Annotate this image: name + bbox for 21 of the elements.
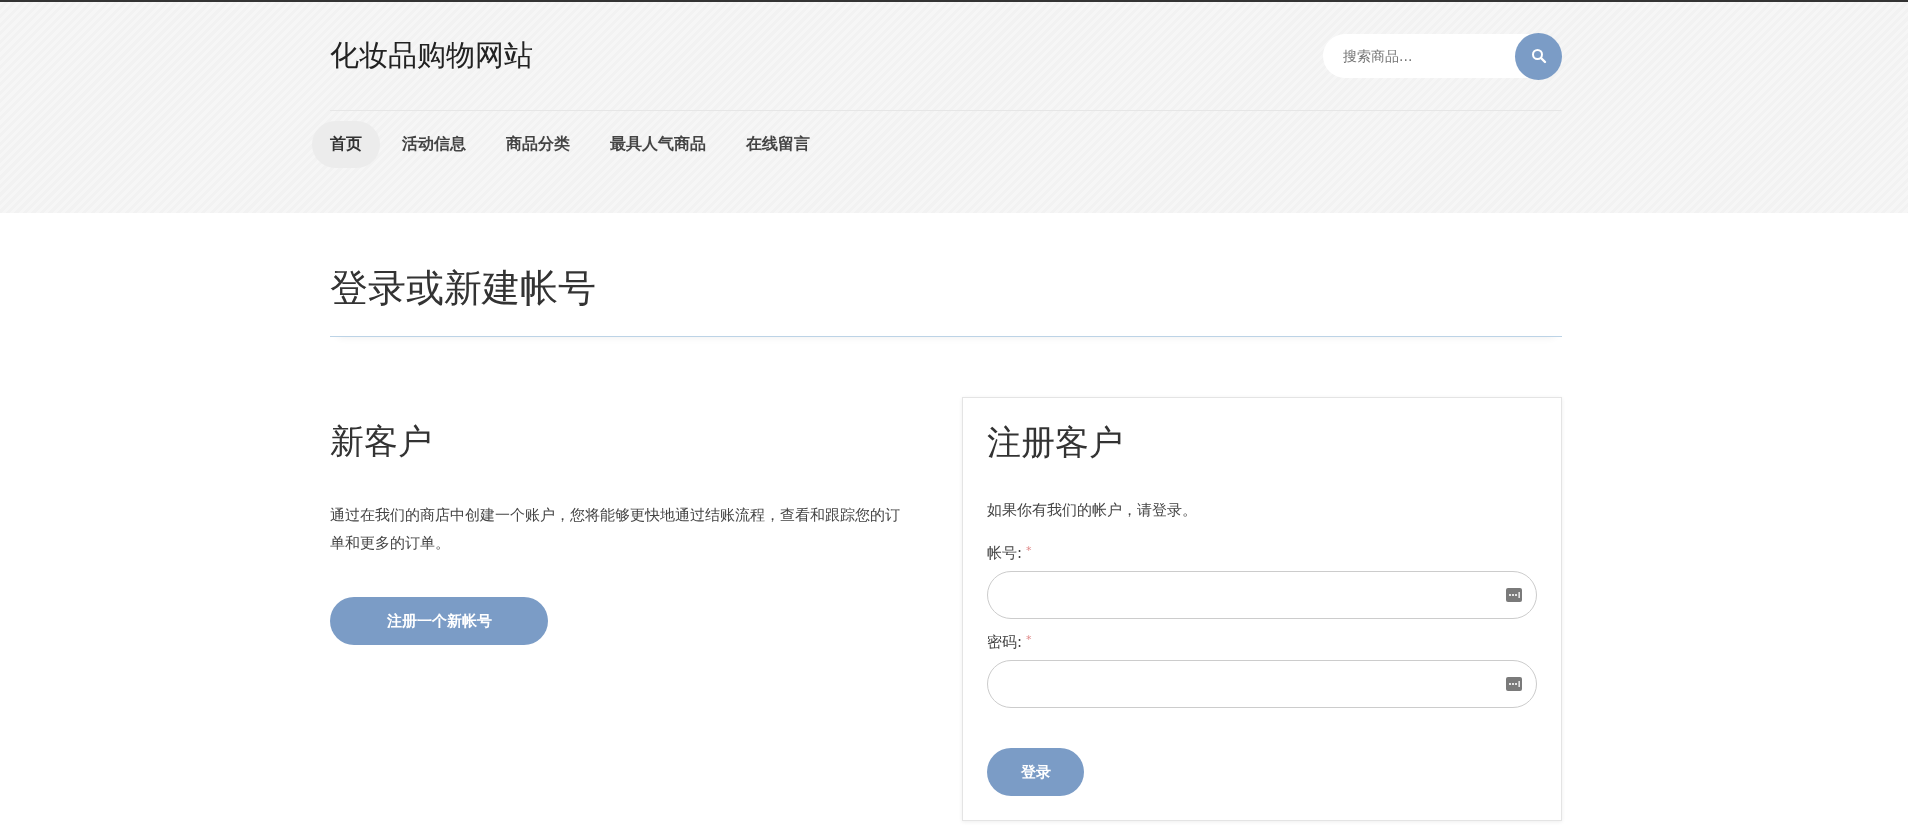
nav-link[interactable]: 首页: [312, 121, 380, 168]
site-title[interactable]: 化妆品购物网站: [330, 36, 533, 76]
search-button[interactable]: [1515, 32, 1562, 80]
page-title: 登录或新建帐号: [330, 263, 1562, 337]
required-mark: *: [1026, 633, 1032, 646]
section-heading: 新客户: [330, 420, 433, 463]
nav-link[interactable]: 活动信息: [384, 121, 484, 168]
login-hint: 如果你有我们的帐户，请登录。: [987, 500, 1198, 521]
search-field[interactable]: 搜索商品...: [1323, 34, 1562, 78]
nav-link[interactable]: 最具人气商品: [592, 121, 724, 168]
nav-link[interactable]: 在线留言: [728, 121, 828, 168]
required-mark: *: [1026, 544, 1032, 557]
section-heading: 注册客户: [987, 421, 1124, 464]
autofill-icon: [1506, 588, 1522, 602]
autofill-icon: [1506, 677, 1522, 691]
search-input[interactable]: 搜索商品...: [1341, 47, 1515, 65]
search-icon: [1530, 48, 1547, 64]
field-label: 密码:: [987, 633, 1023, 652]
field-label: 帐号:: [987, 544, 1023, 563]
nav-link[interactable]: 商品分类: [488, 121, 588, 168]
intro-paragraph: 通过在我们的商店中创建一个账户，您将能够更快地通过结账流程，查看和跟踪您的订单和更多的订单。: [330, 505, 901, 554]
